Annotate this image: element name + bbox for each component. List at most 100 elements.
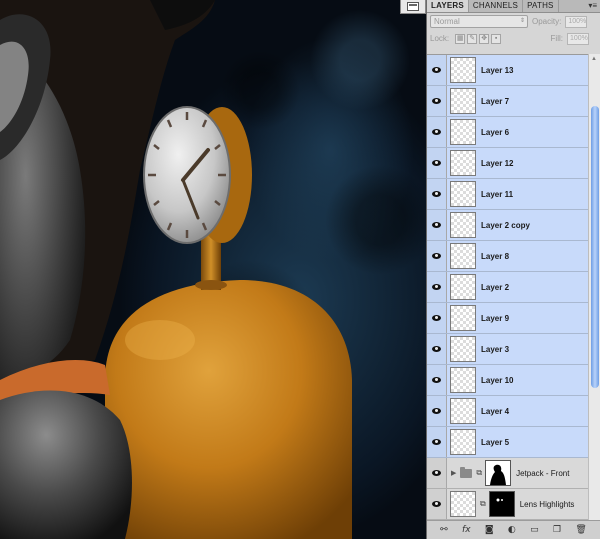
layer-name[interactable]: Layer 2 copy (481, 221, 530, 230)
visibility-toggle[interactable] (427, 117, 447, 147)
layer-name[interactable]: Layer 9 (481, 314, 509, 323)
layer-name[interactable]: Layer 3 (481, 345, 509, 354)
layer-name[interactable]: Layer 6 (481, 128, 509, 137)
visibility-toggle[interactable] (427, 427, 447, 457)
layer-name[interactable]: Layer 2 (481, 283, 509, 292)
lock-label: Lock: (430, 34, 450, 43)
layer-group-row[interactable]: ▶ ⧉ Jetpack - Front (427, 458, 600, 489)
opacity-label: Opacity: (532, 17, 562, 26)
folder-icon (460, 466, 473, 478)
eye-icon (432, 222, 441, 228)
visibility-toggle[interactable] (427, 334, 447, 364)
layer-thumbnail (450, 305, 476, 331)
layer-thumbnail (450, 398, 476, 424)
add-mask-icon[interactable]: ◙ (485, 525, 494, 535)
link-layers-icon[interactable]: ⚯ (440, 525, 448, 535)
lock-all-icon[interactable]: ▪ (491, 33, 502, 44)
layer-row[interactable]: Layer 2 copy (427, 210, 600, 241)
layer-thumbnail (450, 57, 476, 83)
blend-mode-select[interactable]: Normal ⇕ (430, 15, 528, 28)
layer-name[interactable]: Layer 4 (481, 407, 509, 416)
eye-icon (432, 377, 441, 383)
layer-row[interactable]: Layer 6 (427, 117, 600, 148)
layer-row[interactable]: Layer 8 (427, 241, 600, 272)
tab-paths[interactable]: PATHS (523, 0, 559, 12)
tab-layers[interactable]: LAYERS (427, 0, 469, 12)
visibility-toggle[interactable] (427, 458, 447, 488)
layer-name[interactable]: Layer 8 (481, 252, 509, 261)
scroll-up-icon[interactable]: ▲ (591, 56, 597, 62)
eye-icon (432, 315, 441, 321)
layer-thumbnail (450, 150, 476, 176)
eye-icon (432, 129, 441, 135)
lock-transparency-icon[interactable]: ▦ (455, 33, 466, 44)
scroll-thumb[interactable] (591, 106, 599, 388)
visibility-toggle[interactable] (427, 396, 447, 426)
eye-icon (432, 284, 441, 290)
layer-name[interactable]: Layer 7 (481, 97, 509, 106)
layer-row[interactable]: Layer 7 (427, 86, 600, 117)
visibility-toggle[interactable] (427, 148, 447, 178)
layer-row[interactable]: Layer 2 (427, 272, 600, 303)
fill-field[interactable]: 100% (567, 32, 589, 45)
layer-thumbnail (450, 367, 476, 393)
layer-name[interactable]: Layer 13 (481, 66, 513, 75)
layer-thumbnail (450, 119, 476, 145)
panel-dock-icon[interactable] (400, 0, 426, 14)
eye-icon (432, 470, 441, 476)
visibility-toggle[interactable] (427, 210, 447, 240)
chain-link-icon: ⧉ (476, 468, 483, 477)
opacity-field[interactable]: 100% (565, 15, 588, 28)
eye-icon (432, 98, 441, 104)
visibility-toggle[interactable] (427, 86, 447, 116)
layer-row[interactable]: Layer 11 (427, 179, 600, 210)
blend-row: Normal ⇕ Opacity: 100% (427, 13, 600, 30)
layer-row[interactable]: Layer 12 (427, 148, 600, 179)
fx-icon[interactable]: fx (462, 525, 471, 535)
document-canvas[interactable] (0, 0, 426, 539)
opacity-value: 100% (568, 17, 587, 25)
adjustment-icon[interactable]: ◐ (508, 525, 516, 535)
visibility-toggle[interactable] (427, 241, 447, 271)
layer-thumbnail (450, 429, 476, 455)
lock-icons: ▦ ✎ ✥ ▪ (455, 33, 502, 44)
new-group-icon[interactable]: ▭ (530, 525, 539, 535)
visibility-toggle[interactable] (427, 55, 447, 85)
blend-mode-value: Normal (434, 17, 460, 26)
layer-row[interactable]: ⧉ Lens Highlights (427, 489, 600, 520)
fill-value: 100% (570, 34, 588, 42)
panel-bottom-toolbar: ⚯ fx ◙ ◐ ▭ ❐ 🗑 (427, 520, 600, 539)
layer-name[interactable]: Jetpack - Front (516, 469, 569, 478)
layer-name[interactable]: Layer 10 (481, 376, 513, 385)
layer-row[interactable]: Layer 3 (427, 334, 600, 365)
visibility-toggle[interactable] (427, 489, 447, 519)
layer-thumbnail (450, 88, 476, 114)
visibility-toggle[interactable] (427, 303, 447, 333)
layers-panel: LAYERS CHANNELS PATHS ▾≡ Normal ⇕ Opacit… (426, 0, 600, 539)
chain-link-icon: ⧉ (480, 499, 486, 508)
layer-row[interactable]: Layer 5 (427, 427, 600, 458)
layer-thumbnail (450, 336, 476, 362)
lock-position-icon[interactable]: ✥ (479, 33, 490, 44)
layer-name[interactable]: Layer 11 (481, 190, 513, 199)
tab-channels[interactable]: CHANNELS (469, 0, 524, 12)
eye-icon (432, 439, 441, 445)
layer-row[interactable]: Layer 10 (427, 365, 600, 396)
eye-icon (432, 253, 441, 259)
layer-name[interactable]: Layer 12 (481, 159, 513, 168)
expand-triangle-icon[interactable]: ▶ (451, 469, 456, 477)
panel-menu-icon[interactable]: ▾≡ (588, 1, 597, 10)
new-layer-icon[interactable]: ❐ (553, 525, 561, 535)
layer-row[interactable]: Layer 9 (427, 303, 600, 334)
layer-row[interactable]: Layer 4 (427, 396, 600, 427)
visibility-toggle[interactable] (427, 272, 447, 302)
lock-image-icon[interactable]: ✎ (467, 33, 478, 44)
layer-list-scrollbar[interactable]: ▲ (588, 54, 600, 520)
trash-icon[interactable]: 🗑 (575, 525, 586, 535)
visibility-toggle[interactable] (427, 365, 447, 395)
visibility-toggle[interactable] (427, 179, 447, 209)
layer-row[interactable]: Layer 13 (427, 55, 600, 86)
layer-name[interactable]: Lens Highlights (520, 500, 575, 509)
layer-name[interactable]: Layer 5 (481, 438, 509, 447)
eye-icon (432, 346, 441, 352)
